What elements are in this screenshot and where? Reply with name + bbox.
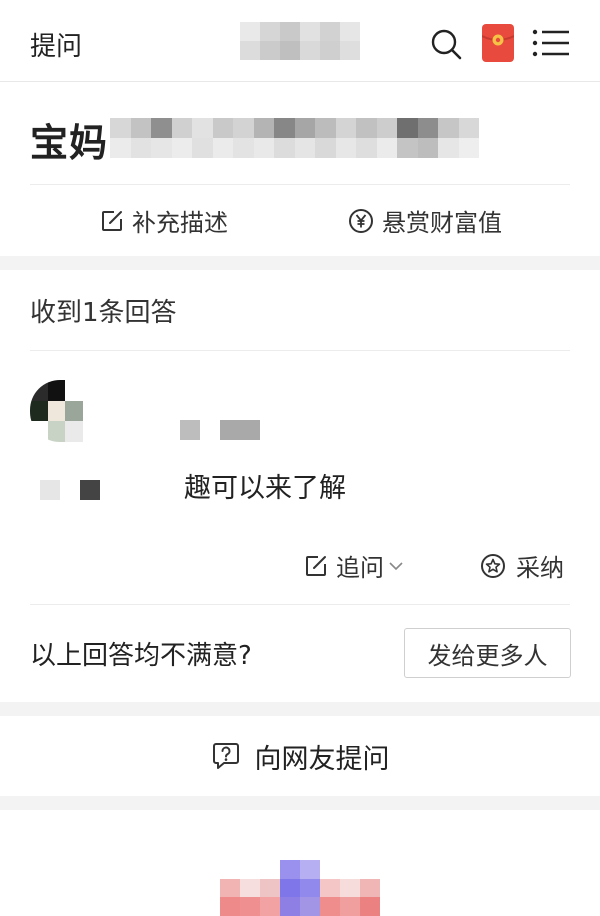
answer-text: 趣可以来了解 (184, 473, 346, 504)
ask-netizens-label: 向网友提问 (254, 743, 390, 775)
ask-netizens-button[interactable]: 向网友提问 (0, 716, 600, 796)
question-bubble-icon (212, 743, 239, 769)
accept-button[interactable]: 采纳 (480, 548, 564, 583)
red-packet-icon[interactable] (482, 24, 514, 62)
blurred-image (220, 860, 380, 916)
followup-button[interactable]: 追问 (304, 548, 412, 583)
reward-label: 悬赏财富值 (382, 209, 502, 237)
section-separator (0, 796, 600, 810)
supplement-label: 补充描述 (132, 209, 228, 237)
top-bar: 提问 (0, 0, 600, 82)
divider (30, 350, 570, 351)
accept-label: 采纳 (516, 554, 564, 582)
blurred-username (180, 420, 262, 440)
section-separator (0, 702, 600, 716)
star-badge-icon (481, 553, 505, 578)
followup-label: 追问 (336, 554, 384, 582)
bottom-content (0, 810, 600, 916)
yuan-coin-icon (349, 208, 373, 233)
reward-button[interactable]: 悬赏财富值 (348, 203, 502, 238)
menu-icon[interactable] (532, 28, 570, 58)
send-to-more-button[interactable]: 发给更多人 (404, 628, 571, 678)
edit-icon (102, 210, 122, 231)
page-title: 提问 (30, 32, 83, 62)
question-actions: 补充描述 悬赏财富值 (0, 185, 600, 256)
blurred-question-text (110, 118, 480, 158)
section-separator (0, 256, 600, 270)
question-card: 宝妈 补充描述 悬赏财富值 (0, 82, 600, 256)
question-title: 宝妈 (30, 121, 109, 165)
chevron-down-icon (389, 561, 403, 570)
answers-count-heading: 收到1条回答 (30, 298, 177, 328)
blurred-title (240, 22, 360, 60)
blurred-answer-prefix (40, 480, 102, 500)
edit-icon (306, 555, 326, 576)
search-icon[interactable] (430, 28, 462, 60)
supplement-button[interactable]: 补充描述 (100, 203, 228, 238)
avatar[interactable] (30, 380, 100, 442)
answer-actions: 追问 采纳 (0, 542, 600, 590)
ask-netizens-content: 向网友提问 (211, 737, 390, 776)
answers-section: 收到1条回答 趣可以来了解 追问 采纳 以上回答均不满意? 发给更多人 (0, 270, 600, 702)
unsatisfied-prompt: 以上回答均不满意? (30, 641, 252, 671)
divider (30, 604, 570, 605)
